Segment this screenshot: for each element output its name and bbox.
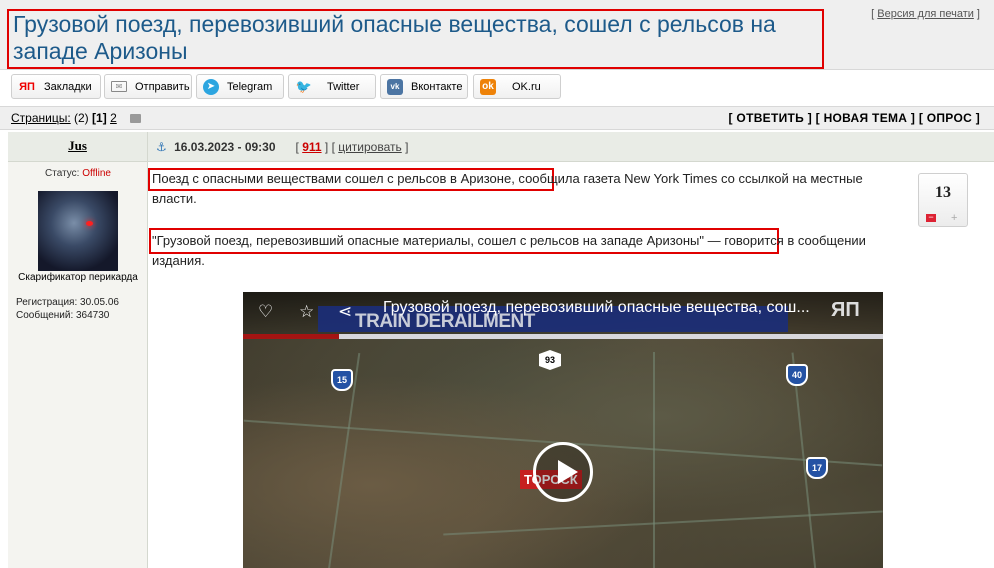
twitter-label: Twitter (327, 80, 360, 93)
yap-logo: ЯП (831, 299, 860, 321)
avatar-eye (86, 221, 93, 226)
subscribe-icon[interactable] (130, 114, 142, 123)
play-icon (558, 460, 578, 484)
bookmarks-button[interactable]: ЯП Закладки (11, 74, 101, 99)
page-current: 1 (96, 111, 103, 125)
paragraph-2-highlight: "Грузовой поезд, перевозивший опасные ма… (152, 233, 704, 248)
post-number[interactable]: 911 (302, 140, 321, 154)
rating-plus-button[interactable]: + (951, 212, 957, 224)
route-17-shield: 17 (806, 457, 828, 479)
twitter-icon: 🐦 (295, 78, 313, 94)
post-header: Jus ⚓ 16.03.2023 - 09:30 [ 911 ] [ цитир… (8, 132, 994, 162)
banner-stripe (243, 334, 883, 339)
vk-label: Вконтакте (411, 80, 463, 93)
author-status: Статус: Offline (8, 168, 148, 179)
star-icon[interactable]: ☆ (299, 302, 314, 322)
share-bar: ЯП Закладки ✉ Отправить ➤ Telegram 🐦 Twi… (0, 70, 994, 106)
author-name[interactable]: Jus (8, 132, 148, 162)
print-version: [ Версия для печати ] (871, 8, 980, 20)
map-road (653, 352, 655, 568)
author-panel: Статус: Offline Скарификатор перикарда Р… (8, 162, 148, 568)
title-highlight-box: Грузовой поезд, перевозивший опасные вещ… (7, 9, 824, 69)
ok-icon: ok (480, 78, 496, 95)
vk-icon: vk (387, 78, 403, 95)
video-title[interactable]: Грузовой поезд, перевозивший опасные вещ… (383, 299, 823, 317)
yap-icon: ЯП (19, 80, 35, 93)
avatar[interactable] (38, 191, 118, 271)
page-title: Грузовой поезд, перевозивший опасные вещ… (13, 11, 776, 64)
telegram-icon: ➤ (203, 78, 219, 95)
route-93-shield: 93 (539, 350, 561, 370)
mail-icon: ✉ (111, 81, 127, 92)
pagination: Страницы: (2) [1] 2 (11, 111, 142, 125)
post-date: 16.03.2023 - 09:30 (174, 140, 276, 154)
pages-count: (2) (74, 111, 89, 125)
twitter-button[interactable]: 🐦 Twitter (288, 74, 376, 99)
pages-label[interactable]: Страницы: (11, 111, 71, 125)
telegram-label: Telegram (227, 80, 273, 93)
print-version-link[interactable]: Версия для печати (877, 8, 974, 20)
topic-header: Грузовой поезд, перевозивший опасные вещ… (0, 0, 994, 70)
pagination-row: Страницы: (2) [1] 2 [ ОТВЕТИТЬ ] [ НОВАЯ… (0, 106, 994, 130)
video-player[interactable]: 15 40 17 93 ТОРОСК TRAIN DERAILMENT ♡ ☆ … (243, 292, 883, 568)
user-stats: Регистрация: 30.05.06 Сообщений: 364730 (16, 296, 119, 322)
page-2-link[interactable]: 2 (110, 111, 117, 125)
send-label: Отправить (135, 80, 190, 93)
post-meta: ⚓ 16.03.2023 - 09:30 [ 911 ] [ цитироват… (156, 140, 409, 154)
rating-value: 13 (935, 184, 951, 201)
anchor-icon[interactable]: ⚓ (156, 140, 167, 154)
ok-button[interactable]: ok OK.ru (473, 74, 561, 99)
bookmarks-label: Закладки (44, 80, 92, 93)
status-value: Offline (82, 168, 111, 179)
post-rating: 13 − + (918, 173, 968, 227)
route-15-shield: 15 (331, 369, 353, 391)
message-count: Сообщений: 364730 (16, 310, 110, 321)
rating-minus-button[interactable]: − (926, 213, 936, 222)
vk-button[interactable]: vk Вконтакте (380, 74, 468, 99)
send-button[interactable]: ✉ Отправить (104, 74, 192, 99)
share-icon[interactable]: ⋖ (338, 302, 352, 322)
telegram-button[interactable]: ➤ Telegram (196, 74, 284, 99)
topic-actions[interactable]: [ ОТВЕТИТЬ ] [ НОВАЯ ТЕМА ] [ ОПРОС ] (729, 111, 981, 125)
route-40-shield: 40 (786, 364, 808, 386)
paragraph-2: "Грузовой поезд, перевозивший опасные ма… (152, 231, 892, 271)
paragraph-1-highlight: Поезд с опасными веществами сошел с рель… (152, 171, 515, 186)
ok-label: OK.ru (512, 80, 541, 93)
registration-date: Регистрация: 30.05.06 (16, 297, 119, 308)
play-button[interactable] (533, 442, 593, 502)
status-label: Статус: (45, 168, 80, 179)
paragraph-1: Поезд с опасными веществами сошел с рель… (152, 169, 892, 209)
heart-icon[interactable]: ♡ (258, 302, 273, 322)
quote-link[interactable]: цитировать (338, 140, 402, 154)
user-title: Скарификатор перикарда (18, 272, 138, 283)
